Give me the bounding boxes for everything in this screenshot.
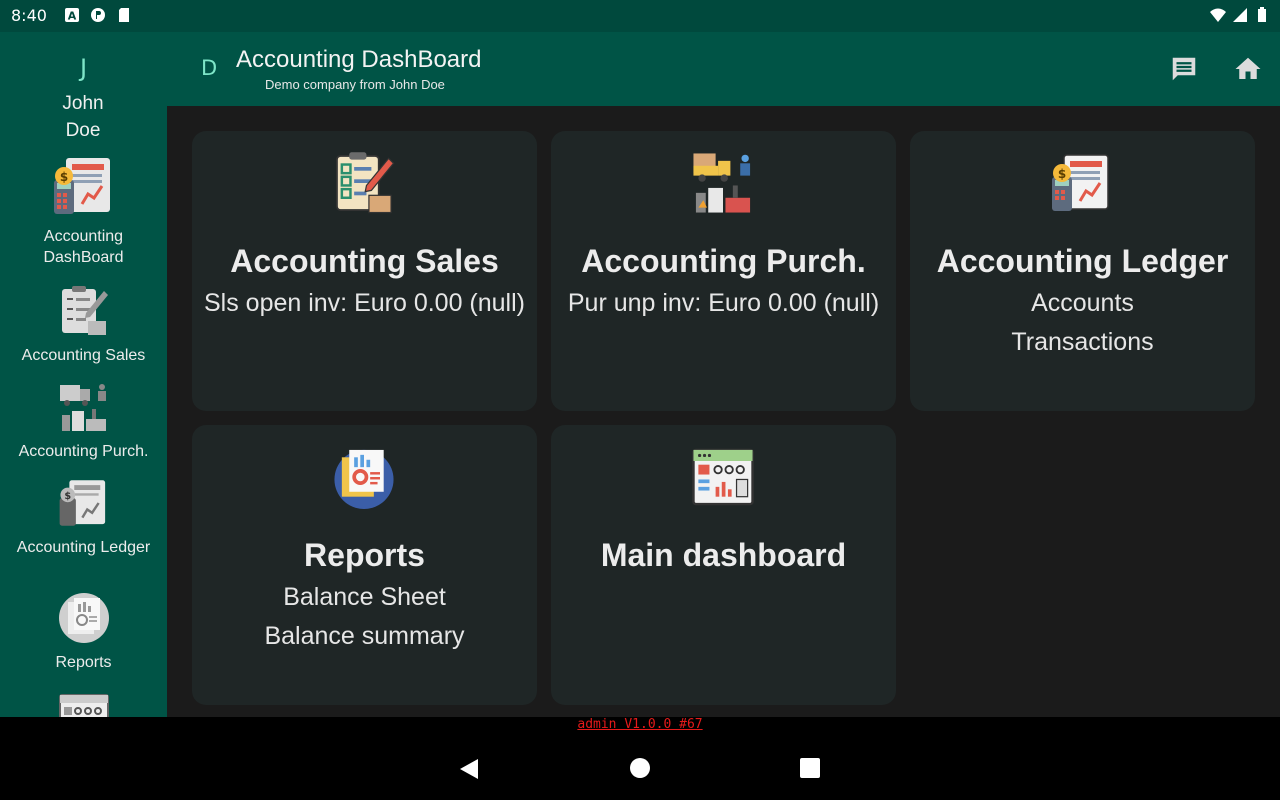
svg-text:$: $ xyxy=(64,491,71,502)
home-nav-icon[interactable] xyxy=(630,758,650,778)
sidebar-item-label: Accounting Purch. xyxy=(18,443,149,460)
card-line: Balance Sheet xyxy=(283,583,446,611)
dashboard-window-icon xyxy=(692,448,754,506)
company-logo-letter: D xyxy=(201,56,218,80)
ledger-calculator-icon: $ xyxy=(1052,154,1109,211)
card-line: Transactions xyxy=(1011,328,1154,356)
sidebar-item-label: Accounting Sales xyxy=(21,347,146,364)
status-time: 8:40 xyxy=(11,6,47,25)
wifi-icon xyxy=(1210,8,1226,22)
user-avatar-letter: J xyxy=(79,54,88,82)
card-reports[interactable]: Reports Balance Sheet Balance summary xyxy=(192,425,537,705)
card-accounting-purch[interactable]: Accounting Purch. Pur unp inv: Euro 0.00… xyxy=(551,131,896,411)
svg-text:$: $ xyxy=(59,170,67,184)
sidebar-item-label: Reports xyxy=(55,654,112,671)
cell-signal-icon xyxy=(1233,8,1247,22)
card-line: Accounts xyxy=(1031,289,1134,317)
sidebar-item-label: Accounting Ledger xyxy=(16,539,151,556)
reports-icon xyxy=(334,449,394,509)
card-accounting-ledger[interactable]: $ Accounting Ledger Accounts Transaction… xyxy=(910,131,1255,411)
dashboard-window-icon xyxy=(58,694,109,717)
svg-text:A: A xyxy=(68,10,77,23)
card-title: Accounting Sales xyxy=(230,243,499,279)
status-bar: 8:40 A xyxy=(0,0,1280,32)
card-line: Sls open inv: Euro 0.00 (null) xyxy=(203,289,525,317)
reports-icon xyxy=(58,593,109,643)
page-subtitle: Demo company from John Doe xyxy=(265,77,445,92)
sync-circle-icon xyxy=(91,8,105,22)
back-icon[interactable] xyxy=(458,757,480,781)
navigation-drawer: J John Doe $ Accounting DashBoard Accoun… xyxy=(0,32,167,717)
sd-card-icon xyxy=(119,8,129,22)
delivery-truck-factory-icon xyxy=(693,153,751,213)
sidebar-item-label: Accounting DashBoard xyxy=(43,228,124,266)
card-line: Balance summary xyxy=(264,622,465,650)
chat-icon[interactable] xyxy=(1169,54,1199,84)
sidebar-item-accounting-sales[interactable]: Accounting Sales xyxy=(0,285,167,366)
sidebar-item-accounting-ledger[interactable]: $ Accounting Ledger xyxy=(0,477,167,558)
page-title: Accounting DashBoard xyxy=(236,46,482,73)
svg-text:$: $ xyxy=(1058,167,1066,181)
recent-apps-icon[interactable] xyxy=(800,758,820,778)
card-accounting-sales[interactable]: Accounting Sales Sls open inv: Euro 0.00… xyxy=(192,131,537,411)
app-bar: D Accounting DashBoard Demo company from… xyxy=(167,32,1280,106)
sidebar-item-main-dashboard[interactable] xyxy=(0,693,167,717)
card-line: Pur unp inv: Euro 0.00 (null) xyxy=(567,289,880,317)
ledger-calculator-icon: $ xyxy=(59,480,105,526)
card-title: Accounting Purch. xyxy=(581,243,866,279)
sidebar-item-accounting-purch[interactable]: Accounting Purch. xyxy=(0,381,167,462)
delivery-truck-factory-icon xyxy=(59,384,106,431)
user-name: John Doe xyxy=(62,93,104,141)
card-main-dashboard[interactable]: Main dashboard xyxy=(551,425,896,705)
sidebar-item-accounting-dashboard[interactable]: $ Accounting DashBoard xyxy=(0,154,167,268)
home-icon[interactable] xyxy=(1233,54,1263,84)
card-title: Main dashboard xyxy=(600,537,847,573)
sidebar-item-reports[interactable]: Reports xyxy=(0,592,167,673)
clipboard-checklist-icon xyxy=(61,286,108,335)
clipboard-checklist-icon xyxy=(336,152,395,214)
font-a-icon: A xyxy=(65,8,79,23)
version-link[interactable]: admin V1.0.0 #67 xyxy=(0,717,1280,737)
battery-icon xyxy=(1258,7,1266,22)
dashboard-content: Accounting Sales Sls open inv: Euro 0.00… xyxy=(167,106,1280,717)
card-title: Accounting Ledger xyxy=(936,243,1229,279)
system-navigation-bar xyxy=(0,737,1280,800)
accounting-calculator-icon: $ xyxy=(53,158,110,214)
card-title: Reports xyxy=(304,537,425,573)
